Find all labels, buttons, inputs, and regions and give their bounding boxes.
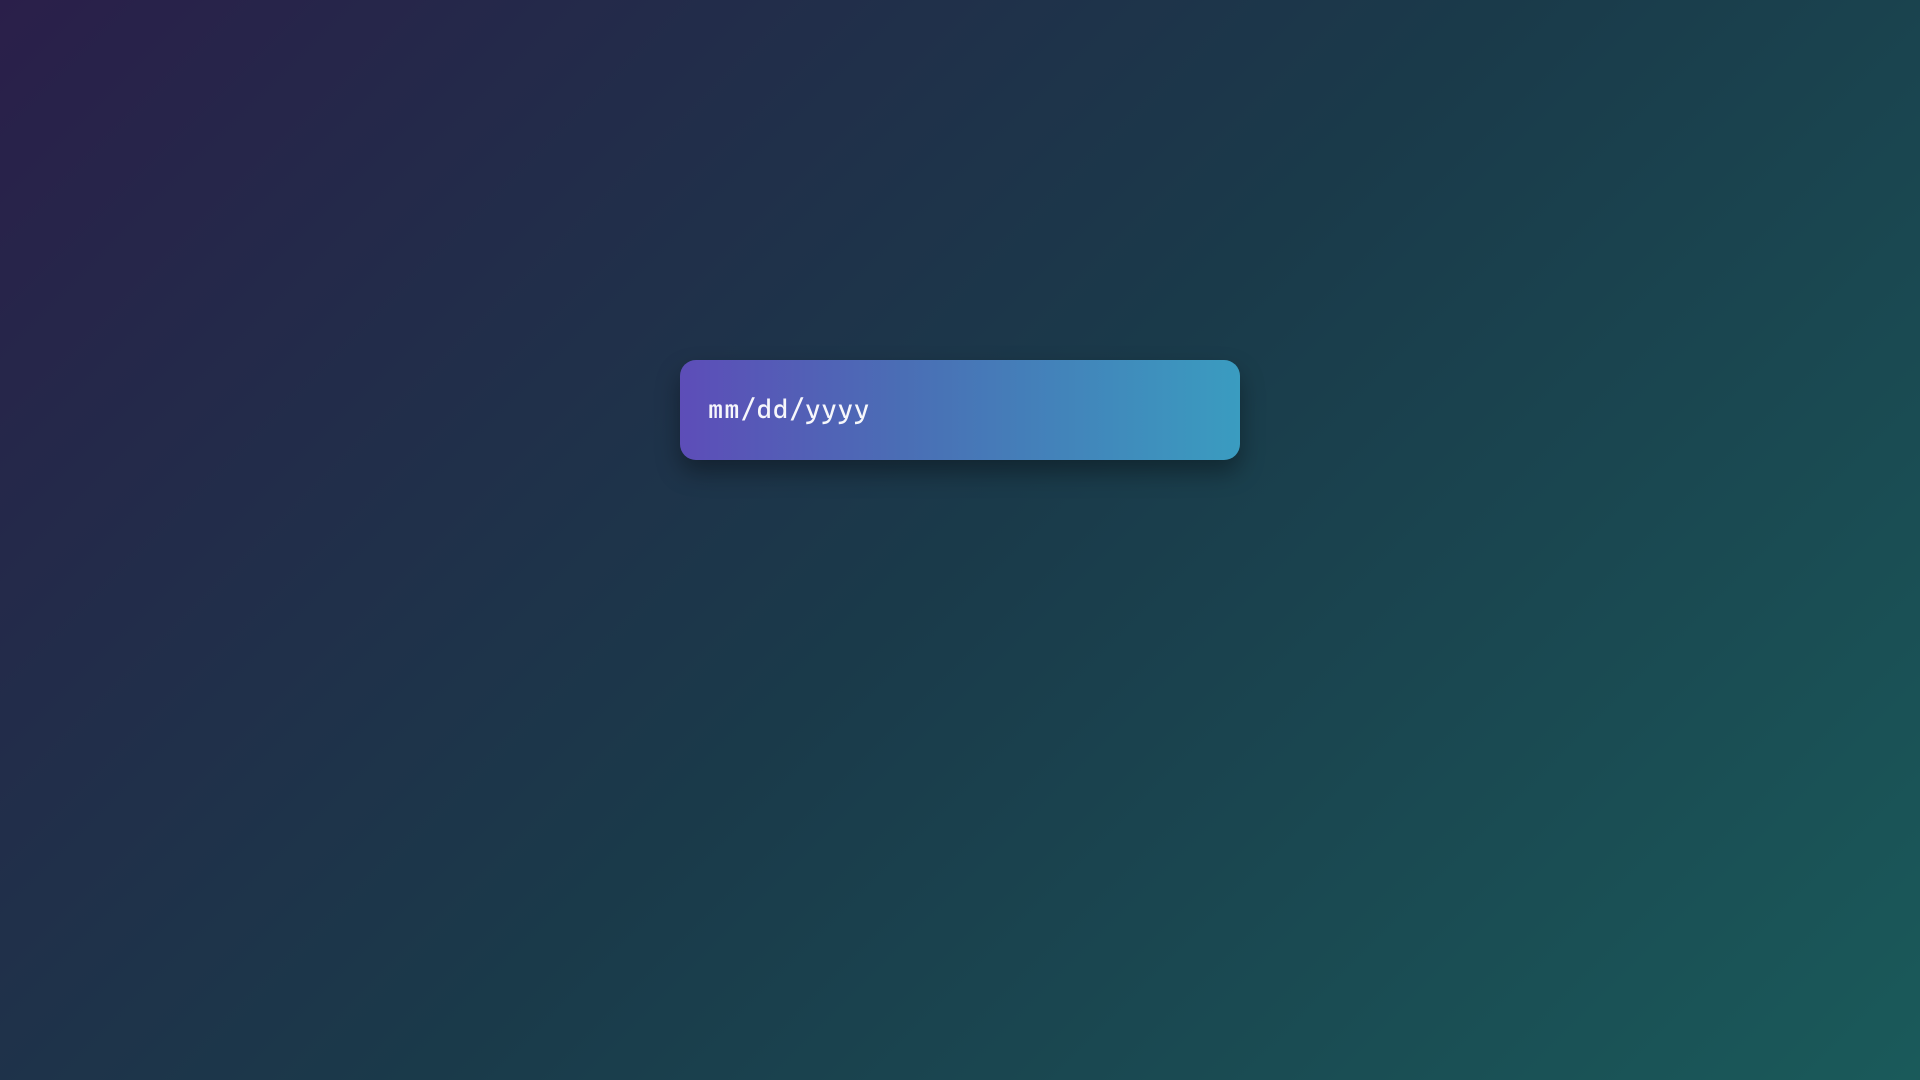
date-input-container[interactable]: mm/dd/yyyy [680,360,1240,460]
date-placeholder: mm/dd/yyyy [708,395,870,425]
